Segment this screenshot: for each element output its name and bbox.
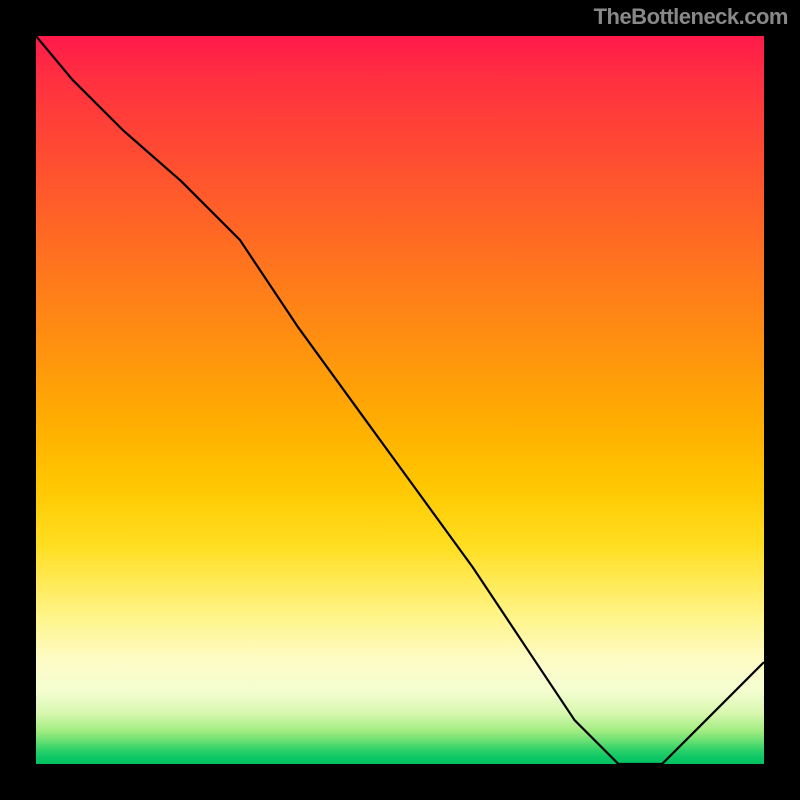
chart-plot-area [36, 36, 764, 764]
bottleneck-curve [36, 36, 764, 764]
attribution-text: TheBottleneck.com [594, 4, 788, 30]
